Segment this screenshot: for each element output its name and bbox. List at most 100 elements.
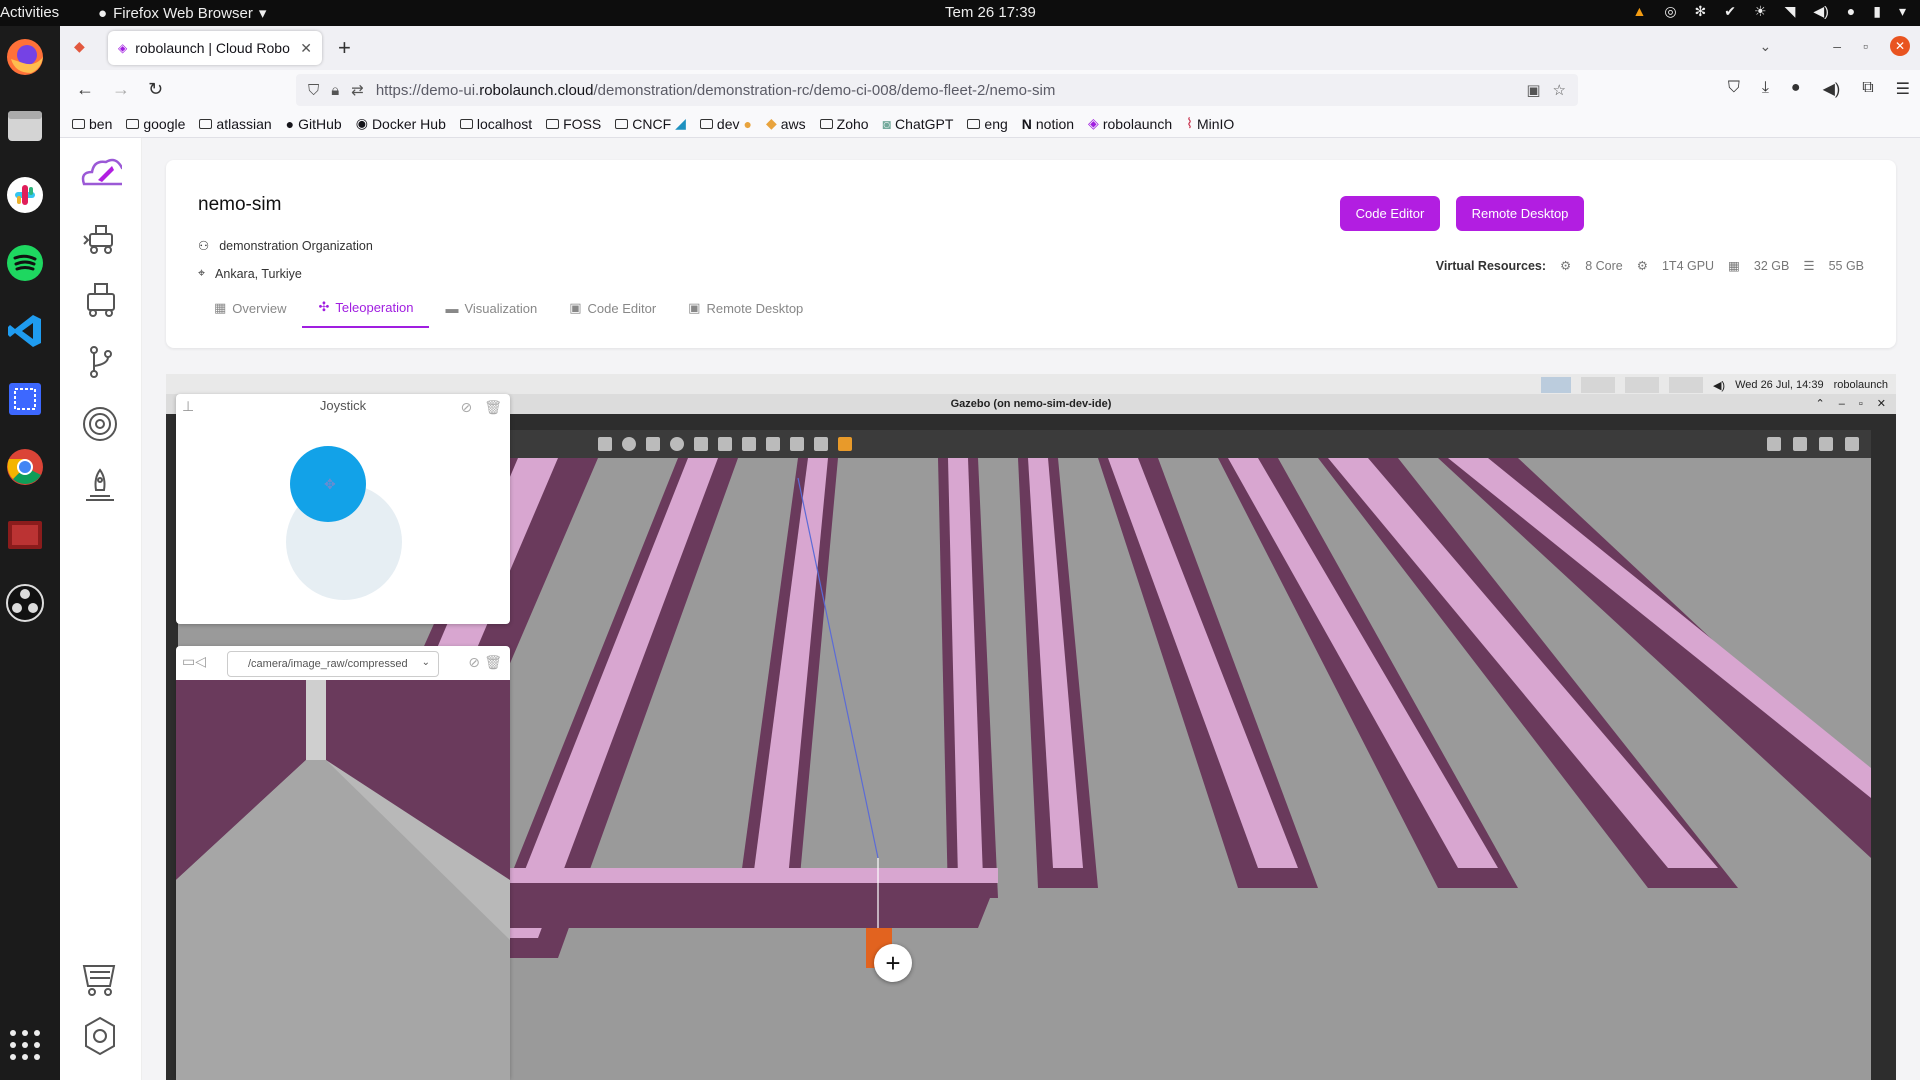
hide-eye-icon[interactable]: ⊘: [468, 654, 480, 671]
tab-visualization[interactable]: ▬ Visualization: [429, 288, 553, 328]
bookmark-minio[interactable]: ⌇ MinIO: [1186, 115, 1234, 132]
close-window-icon[interactable]: ✕: [1890, 36, 1910, 56]
sphere-shape-icon[interactable]: [622, 437, 636, 451]
firefox-view-icon[interactable]: ◆: [74, 38, 85, 55]
lock-icon[interactable]: 🔒︎: [331, 82, 339, 99]
maximize-icon[interactable]: ▫: [1859, 394, 1863, 414]
bookmark-aws[interactable]: ◆ aws: [766, 115, 806, 132]
close-icon[interactable]: ✕: [1877, 394, 1886, 414]
chrome-dock-icon[interactable]: [4, 446, 46, 488]
url-bar[interactable]: ⛉ 🔒︎ ⇄ https://demo-ui.robolaunch.cloud/…: [296, 74, 1578, 106]
presentation-dock-icon[interactable]: [4, 514, 46, 556]
system-menu-chevron-icon[interactable]: ▾: [1899, 3, 1906, 20]
settings-hub-icon[interactable]: [78, 1014, 122, 1058]
copy-icon[interactable]: [742, 437, 756, 451]
hide-eye-icon[interactable]: ⊘: [460, 399, 472, 416]
paste-icon[interactable]: [766, 437, 780, 451]
downloads-icon[interactable]: ⤓: [1762, 79, 1769, 99]
tracking-shield-icon[interactable]: ⛉: [308, 82, 319, 99]
files-dock-icon[interactable]: [4, 104, 46, 146]
remote-desktop-stream[interactable]: ◀) Wed 26 Jul, 14:39 robolaunch Gazebo (…: [166, 374, 1896, 1080]
plot-icon[interactable]: [1819, 437, 1833, 451]
translate-icon[interactable]: ▣: [1526, 81, 1540, 99]
screenshot-camera-icon[interactable]: [1767, 437, 1781, 451]
firefox-dock-icon[interactable]: [4, 36, 46, 78]
rocket-launch-icon[interactable]: [78, 464, 122, 508]
extensions-icon[interactable]: ⧉: [1862, 79, 1873, 99]
volume-icon[interactable]: ◀): [1813, 3, 1828, 20]
obs-dock-icon[interactable]: [4, 582, 46, 624]
browser-tab-active[interactable]: ◈ robolaunch | Cloud Robo ✕: [108, 31, 322, 65]
robolaunch-logo-icon[interactable]: [78, 150, 122, 194]
bookmark-folder-cncf[interactable]: CNCF ◢: [615, 115, 686, 132]
bookmark-chatgpt[interactable]: ◙ ChatGPT: [883, 116, 954, 132]
reload-icon[interactable]: ↻: [148, 79, 163, 100]
target-icon[interactable]: [78, 402, 122, 446]
bookmark-folder-zoho[interactable]: Zoho: [819, 116, 869, 132]
record-video-icon[interactable]: [1845, 437, 1859, 451]
audio-icon[interactable]: ◀): [1823, 79, 1841, 99]
back-arrow-icon[interactable]: ←: [76, 79, 94, 100]
restore-icon[interactable]: ▫: [1863, 38, 1868, 54]
permissions-icon[interactable]: ⇄: [351, 81, 364, 99]
minimize-icon[interactable]: –: [1833, 38, 1841, 54]
profile-icon[interactable]: ●: [1791, 79, 1801, 99]
fleet-robot-icon[interactable]: [78, 278, 122, 322]
snap-icon[interactable]: [814, 437, 828, 451]
close-tab-icon[interactable]: ✕: [300, 40, 312, 57]
new-tab-button[interactable]: +: [338, 35, 351, 61]
align-icon[interactable]: [790, 437, 804, 451]
system-clock[interactable]: Tem 26 17:39: [945, 4, 1036, 21]
log-icon[interactable]: [1793, 437, 1807, 451]
branch-icon[interactable]: [78, 340, 122, 384]
bookmark-notion[interactable]: Nnotion: [1022, 116, 1074, 132]
brightness-icon[interactable]: ☀: [1754, 3, 1767, 20]
tab-overview[interactable]: ▦ Overview: [198, 288, 302, 328]
show-apps-grid-icon[interactable]: [4, 1024, 46, 1066]
bookmark-folder-foss[interactable]: FOSS: [546, 116, 601, 132]
bookmark-github[interactable]: ● GitHub: [286, 116, 342, 132]
app-menu[interactable]: ● Firefox Web Browser ▾: [98, 4, 266, 23]
bookmark-docker-hub[interactable]: ◉ Docker Hub: [356, 115, 446, 132]
wifi-icon[interactable]: ◥: [1785, 3, 1796, 20]
sun-light-icon[interactable]: [670, 437, 684, 451]
bookmark-star-icon[interactable]: ☆: [1553, 81, 1566, 99]
spot-light-icon[interactable]: [718, 437, 732, 451]
screenshot-dock-icon[interactable]: [4, 378, 46, 420]
tab-list-chevron-icon[interactable]: ⌄: [1760, 38, 1772, 55]
code-editor-button[interactable]: Code Editor: [1340, 196, 1440, 231]
battery-icon[interactable]: ▮: [1873, 3, 1881, 20]
bookmark-folder-eng[interactable]: eng: [967, 116, 1008, 132]
trash-icon[interactable]: 🗑︎: [484, 399, 502, 416]
bookmark-folder-dev[interactable]: dev ●: [699, 116, 752, 132]
check-tray-icon[interactable]: ✔: [1724, 3, 1736, 20]
vscode-dock-icon[interactable]: [4, 310, 46, 352]
camera-topic-select[interactable]: /camera/image_raw/compressed ⌄: [227, 651, 439, 677]
remote-desktop-button[interactable]: Remote Desktop: [1456, 196, 1584, 231]
url-text[interactable]: https://demo-ui.robolaunch.cloud/demonst…: [376, 82, 1056, 99]
mic-icon[interactable]: ●: [1847, 3, 1855, 20]
tab-code-editor[interactable]: ▣ Code Editor: [553, 288, 672, 328]
tab-teleoperation[interactable]: ✣ Teleoperation: [302, 288, 430, 328]
box-shape-icon[interactable]: [598, 437, 612, 451]
bookmark-folder-ben[interactable]: ben: [72, 116, 112, 132]
joystick-pad[interactable]: ✥: [176, 418, 510, 624]
spotify-dock-icon[interactable]: [4, 242, 46, 284]
chevron-up-icon[interactable]: ⌃: [1816, 394, 1825, 414]
add-widget-button[interactable]: +: [874, 944, 912, 982]
cylinder-shape-icon[interactable]: [646, 437, 660, 451]
chrome-tray-icon[interactable]: ◎: [1664, 3, 1676, 20]
forward-arrow-icon[interactable]: →: [112, 79, 130, 100]
bookmark-folder-atlassian[interactable]: atlassian: [199, 116, 272, 132]
tab-remote-desktop[interactable]: ▣ Remote Desktop: [672, 288, 819, 328]
bookmark-robolaunch[interactable]: ◈ robolaunch: [1088, 115, 1172, 132]
trash-icon[interactable]: 🗑︎: [484, 654, 502, 671]
vlc-icon[interactable]: ▲: [1632, 3, 1646, 20]
robot-vehicle-icon[interactable]: [78, 216, 122, 260]
pocket-icon[interactable]: ⛉: [1728, 79, 1740, 99]
marketplace-cart-icon[interactable]: [78, 958, 122, 1002]
slack-dock-icon[interactable]: [4, 174, 46, 216]
bookmark-folder-localhost[interactable]: localhost: [459, 116, 532, 132]
bookmark-folder-google[interactable]: google: [126, 116, 185, 132]
minimize-icon[interactable]: –: [1839, 394, 1845, 414]
